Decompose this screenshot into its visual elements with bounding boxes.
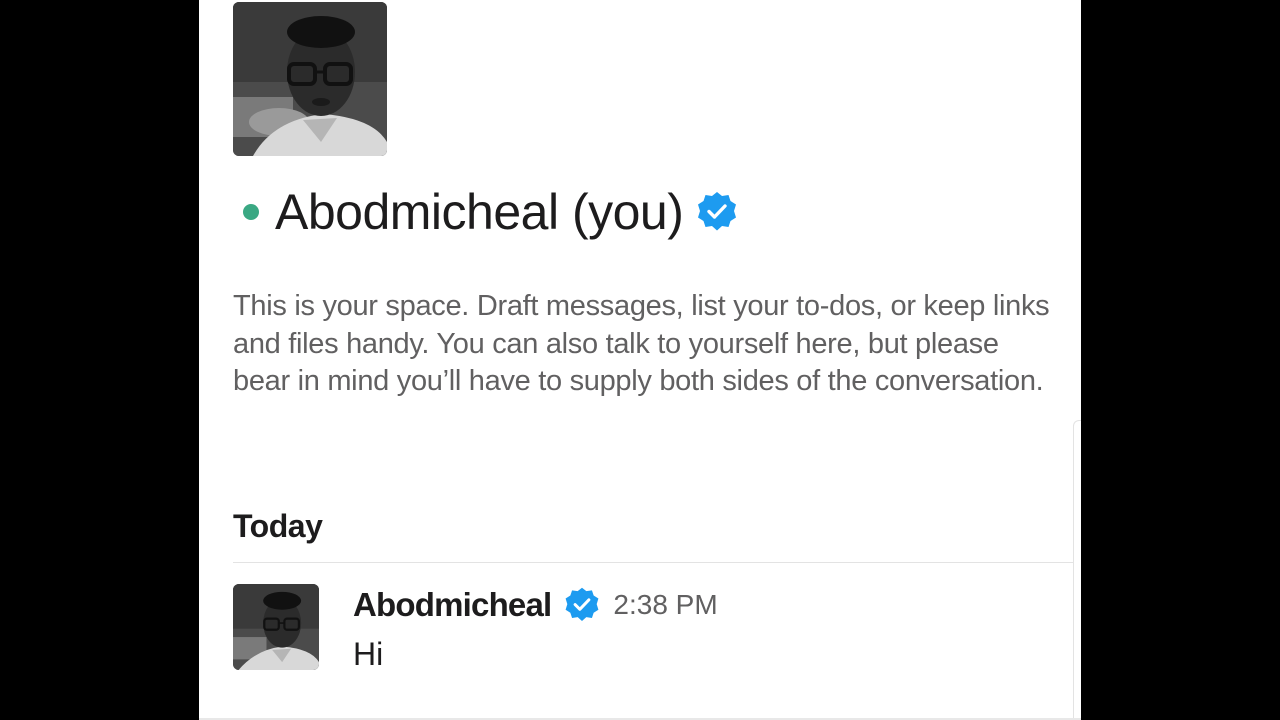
- message-item[interactable]: Abodmicheal 2:38 PM Hi: [233, 584, 1071, 674]
- scrollbar-track[interactable]: [1073, 420, 1081, 720]
- profile-avatar[interactable]: [233, 2, 387, 156]
- message-header: Abodmicheal 2:38 PM: [353, 586, 718, 624]
- presence-indicator: [243, 204, 259, 220]
- profile-header: Abodmicheal (you): [243, 182, 739, 242]
- message-text: Hi: [353, 636, 384, 672]
- day-divider-label: Today: [233, 508, 323, 544]
- message-timestamp[interactable]: 2:38 PM: [613, 589, 717, 621]
- channel-intro-text: This is your space. Draft messages, list…: [233, 290, 1050, 397]
- profile-name[interactable]: Abodmicheal (you): [275, 182, 684, 242]
- verified-badge-icon: [695, 190, 739, 234]
- verified-badge-icon: [563, 586, 601, 624]
- message-sender[interactable]: Abodmicheal: [353, 586, 552, 624]
- user-photo-icon: [233, 584, 319, 670]
- message-avatar[interactable]: [233, 584, 319, 670]
- dm-conversation-panel: Abodmicheal (you) This is your space. Dr…: [199, 0, 1081, 720]
- user-photo-icon: [233, 2, 387, 156]
- day-divider-line: [233, 562, 1073, 563]
